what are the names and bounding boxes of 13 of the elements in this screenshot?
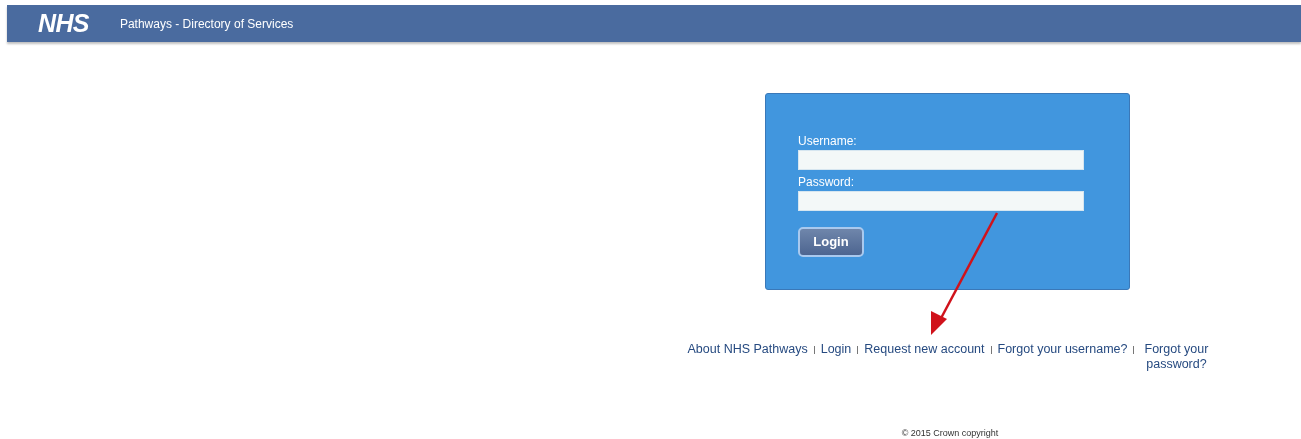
input-field[interactable] [798, 191, 1084, 211]
footer-link[interactable]: Login [820, 342, 852, 357]
logo: NHS [38, 11, 89, 36]
footer-link[interactable]: Request new account [864, 342, 985, 357]
field-label: Username: [798, 134, 858, 148]
footer-link[interactable]: About NHS Pathways [687, 342, 808, 357]
copyright-text: © 2015 Crown copyright [901, 428, 999, 438]
login-button[interactable]: Login [798, 227, 864, 257]
field-label: Password: [798, 175, 856, 189]
input-field[interactable] [798, 150, 1084, 170]
footer-link[interactable]: Forgot your password? [1140, 342, 1213, 372]
site-title: Pathways - Directory of Services [119, 15, 294, 33]
footer-link[interactable]: Forgot your username? [997, 342, 1128, 357]
